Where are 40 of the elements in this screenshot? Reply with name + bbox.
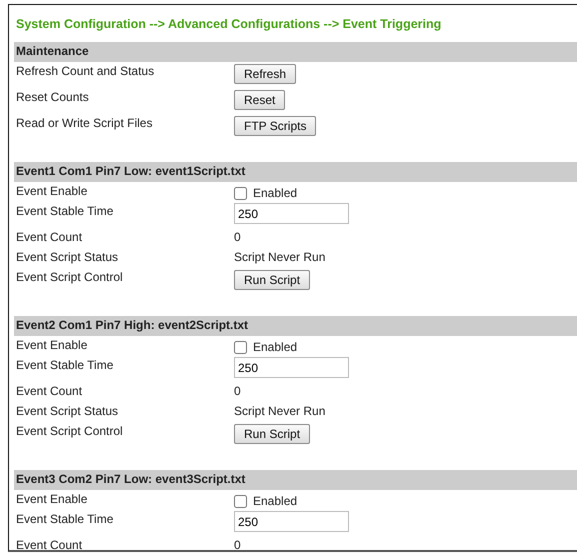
checkbox-label: Enabled bbox=[253, 340, 298, 354]
field-label: Event Enable bbox=[16, 491, 88, 506]
section-header: Maintenance bbox=[14, 42, 577, 62]
field-label: Event Count bbox=[16, 383, 84, 398]
field-value: 0 bbox=[234, 537, 241, 550]
section-header: Event1 Com1 Pin7 Low: event1Script.txt bbox=[14, 162, 577, 182]
field-value: 0 bbox=[234, 383, 241, 398]
checkbox-label: Enabled bbox=[253, 186, 298, 200]
field-label: Event Script Control bbox=[16, 423, 124, 438]
action-button[interactable]: Run Script bbox=[234, 270, 310, 290]
stable-time-field[interactable]: 250 bbox=[234, 511, 349, 532]
field-label: Event Script Status bbox=[16, 249, 120, 264]
field-label: Event Count bbox=[16, 537, 84, 550]
action-button[interactable]: Run Script bbox=[234, 424, 310, 444]
field-label: Event Enable bbox=[16, 183, 88, 198]
field-label: Event Stable Time bbox=[16, 203, 114, 218]
enable-checkbox[interactable] bbox=[234, 494, 247, 508]
stable-time-field[interactable]: 250 bbox=[234, 357, 349, 378]
field-value: Script Never Run bbox=[234, 249, 326, 264]
action-button[interactable]: FTP Scripts bbox=[234, 116, 316, 136]
field-label: Event Script Control bbox=[16, 269, 124, 284]
field-label: Reset Counts bbox=[16, 89, 90, 104]
field-label: Event Stable Time bbox=[16, 357, 114, 372]
field-label: Refresh Count and Status bbox=[16, 63, 156, 78]
stable-time-field[interactable]: 250 bbox=[234, 203, 349, 224]
field-label: Event Count bbox=[16, 229, 84, 244]
section-header: Event2 Com1 Pin7 High: event2Script.txt bbox=[14, 316, 577, 336]
field-label: Event Stable Time bbox=[16, 511, 114, 526]
field-value: 0 bbox=[234, 229, 241, 244]
field-value: Script Never Run bbox=[234, 403, 326, 418]
breadcrumb: System Configuration --> Advanced Configurations --> Event Triggering bbox=[16, 17, 442, 32]
checkbox-label: Enabled bbox=[253, 494, 298, 508]
enable-checkbox[interactable] bbox=[234, 340, 247, 354]
field-label: Event Script Status bbox=[16, 403, 120, 418]
field-label: Event Enable bbox=[16, 337, 88, 352]
action-button[interactable]: Refresh bbox=[234, 64, 296, 84]
field-label: Read or Write Script Files bbox=[16, 115, 154, 130]
action-button[interactable]: Reset bbox=[234, 90, 286, 110]
enable-checkbox[interactable] bbox=[234, 186, 247, 200]
section-header: Event3 Com2 Pin7 Low: event3Script.txt bbox=[14, 470, 577, 490]
